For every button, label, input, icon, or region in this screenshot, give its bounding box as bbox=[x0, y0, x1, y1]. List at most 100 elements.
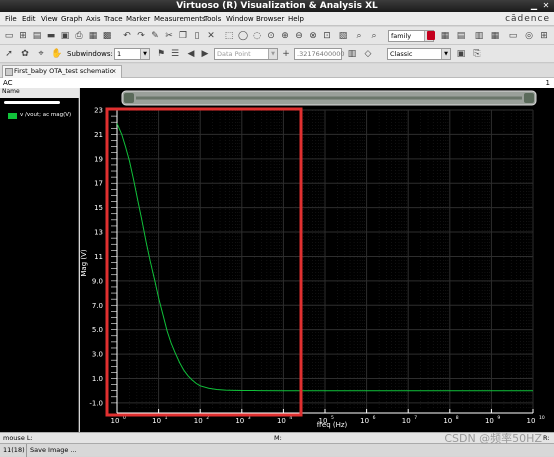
legend-scrollbar[interactable] bbox=[4, 101, 60, 104]
y-tick-label: 15 bbox=[94, 204, 103, 212]
menu-graph[interactable]: Graph bbox=[61, 15, 82, 23]
menu-marker[interactable]: Marker bbox=[126, 15, 150, 23]
mouse-middle-label: M: bbox=[274, 434, 282, 442]
menu-trace[interactable]: Trace bbox=[104, 15, 123, 23]
brush-icon[interactable]: ✎ bbox=[149, 30, 161, 42]
menu-window[interactable]: Window bbox=[226, 15, 254, 23]
zoom-fit-icon[interactable]: ⊙ bbox=[265, 30, 277, 42]
image-icon[interactable]: ▧ bbox=[337, 30, 349, 42]
zoom-x-icon[interactable]: ⊗ bbox=[307, 30, 319, 42]
tab-schematic[interactable]: First_baby OTA_test schematic × bbox=[2, 65, 122, 78]
copy-icon[interactable]: ❐ bbox=[177, 30, 189, 42]
menu-measurements[interactable]: Measurements bbox=[154, 15, 206, 23]
grid-icon[interactable]: ⊞ bbox=[538, 30, 550, 42]
card-icon[interactable]: ▭ bbox=[507, 30, 519, 42]
back-icon[interactable]: ◀ bbox=[185, 48, 197, 60]
paste-icon[interactable]: ▯ bbox=[191, 30, 203, 42]
menu-file[interactable]: File bbox=[5, 15, 17, 23]
export-icon[interactable]: ⎘ bbox=[471, 48, 483, 60]
new-window-icon[interactable]: ▭ bbox=[3, 30, 15, 42]
cadence-logo: cādence bbox=[505, 14, 550, 24]
open-icon[interactable]: ▬ bbox=[45, 30, 57, 42]
row-icon[interactable]: ▦ bbox=[489, 30, 501, 42]
waveform-chart[interactable]: 232119171513119.07.05.03.01.0-1.010 0 10 1 1… bbox=[80, 88, 554, 432]
close-icon[interactable]: ✕ bbox=[542, 2, 550, 10]
dropdown-accent-icon bbox=[427, 31, 435, 40]
forward-icon[interactable]: ▶ bbox=[199, 48, 211, 60]
menu-view[interactable]: View bbox=[41, 15, 58, 23]
layout-icon[interactable]: ▤ bbox=[31, 30, 43, 42]
y-tick-label: 17 bbox=[94, 180, 103, 188]
smith-icon[interactable]: ◎ bbox=[523, 30, 535, 42]
minimize-icon[interactable]: ▁ bbox=[530, 2, 538, 10]
pointer-icon[interactable]: ➚ bbox=[3, 48, 15, 60]
plus-icon[interactable]: + bbox=[280, 48, 292, 60]
menu-tools[interactable]: Tools bbox=[204, 15, 221, 23]
data-point-input[interactable]: Data Point ▼ bbox=[214, 48, 278, 60]
mouse-left-label: mouse L: bbox=[3, 434, 33, 442]
palette-icon[interactable]: ✿ bbox=[19, 48, 31, 60]
save-icon[interactable]: ▣ bbox=[59, 30, 71, 42]
x-tick-label: 10 bbox=[443, 417, 452, 425]
stack-icon[interactable]: ▤ bbox=[455, 30, 467, 42]
mouse-right-label: R: bbox=[543, 434, 550, 442]
y-tick-label: 7.0 bbox=[92, 302, 103, 310]
delete-icon[interactable]: ✕ bbox=[205, 30, 217, 42]
scroll-handle-right[interactable] bbox=[524, 93, 534, 103]
coordinate-field[interactable]: .32176400000 bbox=[294, 48, 345, 60]
calculator-icon[interactable]: ▩ bbox=[101, 30, 113, 42]
status-divider bbox=[26, 444, 27, 457]
menu-edit[interactable]: Edit bbox=[22, 15, 36, 23]
x-tick-label: 10 bbox=[277, 417, 286, 425]
menu-axis[interactable]: Axis bbox=[86, 15, 101, 23]
tab-label: First_baby OTA_test schematic bbox=[14, 67, 114, 75]
zoom-in-icon[interactable]: ⊕ bbox=[279, 30, 291, 42]
chevron-down-icon[interactable]: ▼ bbox=[268, 49, 277, 59]
x-tick-exponent: 10 bbox=[539, 415, 545, 421]
redo-icon[interactable]: ↷ bbox=[135, 30, 147, 42]
strip-icon[interactable]: ▥ bbox=[473, 30, 485, 42]
tab-close-icon[interactable]: × bbox=[111, 66, 116, 77]
legend-item[interactable]: v /vout; ac mag(V) bbox=[8, 112, 78, 120]
menu-help[interactable]: Help bbox=[288, 15, 304, 23]
chevron-down-icon[interactable]: ▼ bbox=[441, 49, 450, 59]
subwindows-select[interactable]: 1 ▼ bbox=[114, 48, 150, 60]
search-icon[interactable]: ⌕ bbox=[353, 30, 365, 42]
style-select[interactable]: Classic ▼ bbox=[387, 48, 451, 60]
y-tick-label: 1.0 bbox=[92, 375, 103, 383]
y-tick-label: 23 bbox=[94, 107, 103, 115]
table-icon[interactable]: ▦ bbox=[87, 30, 99, 42]
hand-icon[interactable]: ✋ bbox=[51, 48, 63, 60]
search-alt-icon[interactable]: ⌕ bbox=[368, 30, 380, 42]
undo-icon[interactable]: ↶ bbox=[121, 30, 133, 42]
chart-icon[interactable]: ▥ bbox=[346, 48, 358, 60]
flag-icon[interactable]: ⚑ bbox=[155, 48, 167, 60]
legend-label: v /vout; ac mag(V) bbox=[20, 112, 72, 118]
fit-icon[interactable]: ◯ bbox=[237, 30, 249, 42]
legend-panel: Name v /vout; ac mag(V) bbox=[0, 88, 79, 432]
x-tick-label: 10 bbox=[194, 417, 203, 425]
command-counter: 11(18) bbox=[3, 446, 25, 454]
cursor-icon[interactable]: ⌖ bbox=[35, 48, 47, 60]
apply-icon[interactable]: ▣ bbox=[455, 48, 467, 60]
status-message: Save Image ... bbox=[30, 446, 77, 454]
refresh-icon[interactable]: ◌ bbox=[251, 30, 263, 42]
y-tick-label: 11 bbox=[94, 253, 103, 261]
menu-browser[interactable]: Browser bbox=[256, 15, 284, 23]
zoom-out-icon[interactable]: ⊖ bbox=[293, 30, 305, 42]
plot-area[interactable]: 23 21 19 17 15 13 11 9.0 7.0 5.0 3.0 1.0 -1.0 10 0 10 1 1… bbox=[80, 88, 554, 432]
layout-grid-icon[interactable]: ▦ bbox=[439, 30, 451, 42]
print-icon[interactable]: ⎙ bbox=[73, 30, 85, 42]
cut-icon[interactable]: ✂ bbox=[163, 30, 175, 42]
pan-icon[interactable]: ⬚ bbox=[223, 30, 235, 42]
y-tick-label: 21 bbox=[94, 131, 103, 139]
scroll-handle-left[interactable] bbox=[124, 93, 134, 103]
legend-swatch bbox=[8, 113, 17, 119]
watermark: CSDN @频率50HZ bbox=[444, 432, 542, 445]
subwindows-value: 1 bbox=[117, 50, 122, 58]
zoom-box-icon[interactable]: ⊡ bbox=[321, 30, 333, 42]
chevron-down-icon[interactable]: ▼ bbox=[140, 49, 149, 59]
list-icon[interactable]: ☰ bbox=[169, 48, 181, 60]
subwindow-icon[interactable]: ⊞ bbox=[17, 30, 29, 42]
marker-icon[interactable]: ◇ bbox=[362, 48, 374, 60]
